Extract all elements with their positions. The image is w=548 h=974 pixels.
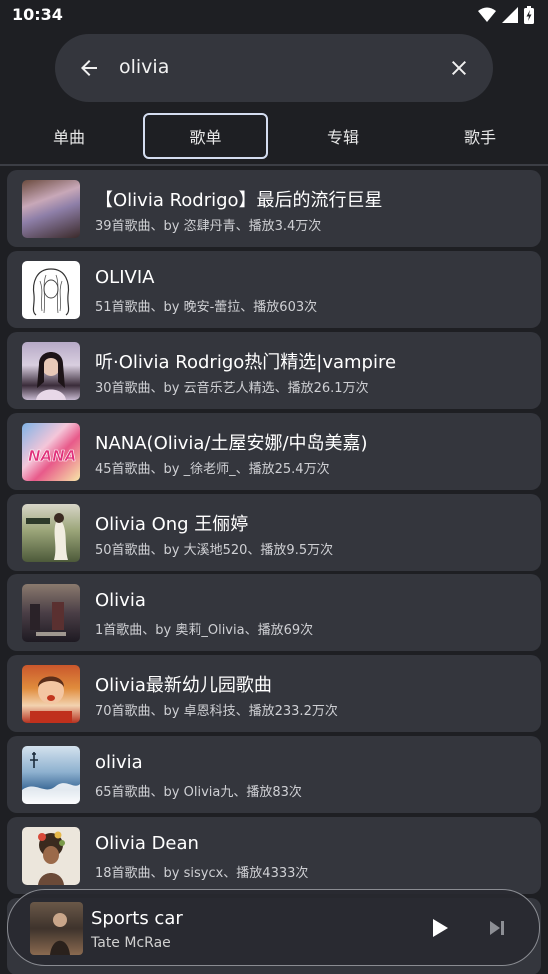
album-art-icon [30, 602, 66, 636]
tab-artists[interactable]: 歌手 [435, 112, 525, 160]
search-tabs: 单曲 歌单 专辑 歌手 [0, 112, 548, 160]
back-arrow-icon[interactable] [77, 56, 101, 80]
playlist-title: 【Olivia Rodrigo】最后的流行巨星 [95, 190, 383, 211]
tab-divider [0, 164, 548, 166]
playlist-subtitle: 50首歌曲、by 大溪地520、播放9.5万次 [95, 543, 334, 558]
player-artist: Tate McRae [91, 935, 171, 951]
wifi-icon [478, 7, 496, 22]
playlist-cover [22, 261, 80, 319]
status-icons [478, 6, 534, 24]
nana-logo-icon: NANA [28, 447, 77, 466]
list-item[interactable]: OLIVIA 51首歌曲、by 晚安-蕾拉、播放603次 [7, 251, 541, 328]
playlist-subtitle: 30首歌曲、by 云音乐艺人精选、播放26.1万次 [95, 381, 369, 396]
playlist-subtitle: 51首歌曲、by 晚安-蕾拉、播放603次 [95, 300, 318, 315]
playlist-cover [22, 342, 80, 400]
playlist-title: OLIVIA [95, 267, 155, 288]
battery-icon [524, 6, 534, 24]
list-item[interactable]: Olivia Ong 王俪婷 50首歌曲、by 大溪地520、播放9.5万次 [7, 494, 541, 571]
list-item[interactable]: Olivia最新幼儿园歌曲 70首歌曲、by 卓恩科技、播放233.2万次 [7, 655, 541, 732]
list-item[interactable]: 听·Olivia Rodrigo热门精选|vampire 30首歌曲、by 云音… [7, 332, 541, 409]
mini-player[interactable]: Sports car Tate McRae [7, 889, 540, 966]
status-bar: 10:34 [0, 0, 548, 30]
tab-albums[interactable]: 专辑 [298, 112, 388, 160]
player-cover [30, 902, 83, 955]
player-song-title: Sports car [91, 908, 183, 929]
search-bar[interactable]: olivia [55, 34, 493, 102]
album-art-icon [22, 752, 80, 804]
list-item[interactable]: 【Olivia Rodrigo】最后的流行巨星 39首歌曲、by 恣肆丹青、播放… [7, 170, 541, 247]
list-item[interactable]: NANA NANA(Olivia/土屋安娜/中岛美嘉) 45首歌曲、by _徐老… [7, 413, 541, 490]
playlist-cover [22, 584, 80, 642]
play-icon[interactable] [429, 916, 451, 940]
close-icon[interactable] [447, 56, 471, 80]
portrait-icon [38, 831, 65, 885]
playlist-title: Olivia [95, 590, 146, 611]
child-photo-icon [30, 676, 72, 723]
album-art-icon [26, 513, 68, 560]
screen: 10:34 olivia 单曲 歌单 专辑 歌手 【Olivia Rodrigo… [0, 0, 548, 974]
playlist-subtitle: 45首歌曲、by _徐老师_、播放25.4万次 [95, 462, 330, 477]
playlist-title: NANA(Olivia/土屋安娜/中岛美嘉) [95, 433, 368, 454]
tab-songs[interactable]: 单曲 [24, 112, 114, 160]
playlist-title: Olivia Ong 王俪婷 [95, 514, 249, 535]
search-input[interactable]: olivia [119, 56, 169, 78]
list-item[interactable]: Olivia 1首歌曲、by 奥莉_Olivia、播放69次 [7, 574, 541, 651]
playlist-subtitle: 65首歌曲、by Olivia九、播放83次 [95, 785, 302, 800]
svg-text:NANA: NANA [28, 447, 76, 465]
tab-playlists[interactable]: 歌单 [143, 113, 268, 159]
list-item[interactable]: Olivia Dean 18首歌曲、by sisycx、播放4333次 [7, 817, 541, 894]
album-art-icon [50, 913, 70, 955]
playlist-subtitle: 18首歌曲、by sisycx、播放4333次 [95, 866, 309, 881]
portrait-icon [36, 352, 66, 400]
playlist-cover [22, 665, 80, 723]
skip-next-icon[interactable] [487, 918, 507, 938]
sketch-portrait-icon [32, 268, 70, 316]
list-item[interactable]: olivia 65首歌曲、by Olivia九、播放83次 [7, 736, 541, 813]
playlist-title: olivia [95, 752, 143, 773]
status-time: 10:34 [12, 5, 63, 24]
signal-icon [502, 7, 518, 23]
playlist-subtitle: 70首歌曲、by 卓恩科技、播放233.2万次 [95, 704, 338, 719]
playlist-cover: NANA [22, 423, 80, 481]
playlist-cover [22, 504, 80, 562]
playlist-subtitle: 39首歌曲、by 恣肆丹青、播放3.4万次 [95, 219, 322, 234]
playlist-cover [22, 746, 80, 804]
playlist-title: 听·Olivia Rodrigo热门精选|vampire [95, 352, 397, 373]
playlist-cover [22, 827, 80, 885]
playlist-title: Olivia Dean [95, 833, 199, 854]
playlist-subtitle: 1首歌曲、by 奥莉_Olivia、播放69次 [95, 623, 314, 638]
playlist-title: Olivia最新幼儿园歌曲 [95, 675, 272, 696]
playlist-cover [22, 180, 80, 238]
